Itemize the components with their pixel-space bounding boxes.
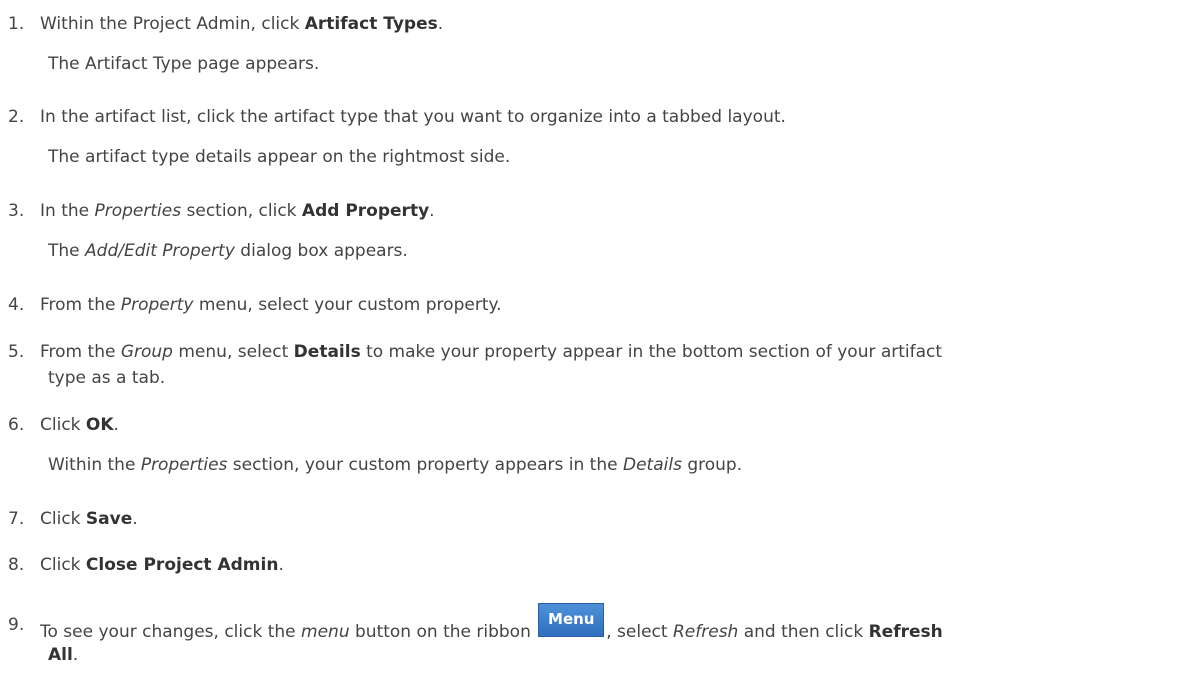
step-text: From the Group menu, select Details to m… bbox=[40, 342, 943, 362]
step-text: Click Save. bbox=[40, 509, 138, 529]
step-text-continued: All. bbox=[48, 645, 79, 665]
step-result: The Artifact Type page appears. bbox=[48, 54, 320, 74]
step-text: From the Property menu, select your cust… bbox=[40, 295, 502, 315]
step-text: To see your changes, click the menu butt… bbox=[40, 603, 943, 649]
step-text: In the Properties section, click Add Pro… bbox=[40, 201, 435, 221]
step-text: Click OK. bbox=[40, 415, 119, 435]
step-text: Within the Project Admin, click Artifact… bbox=[40, 14, 444, 34]
menu-button-image: Menu bbox=[538, 603, 605, 637]
step-number: 5. bbox=[8, 342, 25, 362]
document: 1. Within the Project Admin, click Artif… bbox=[0, 0, 1190, 685]
ui-label: Close Project Admin bbox=[85, 555, 279, 575]
step-result: Within the Properties section, your cust… bbox=[48, 455, 743, 475]
ui-label: Artifact Types bbox=[304, 14, 438, 34]
step-text: In the artifact list, click the artifact… bbox=[40, 107, 786, 127]
step-number: 1. bbox=[8, 14, 25, 34]
ui-label: Details bbox=[293, 342, 361, 362]
step-text-continued: type as a tab. bbox=[48, 368, 166, 388]
step-number: 9. bbox=[8, 615, 25, 635]
ui-label: Save bbox=[85, 509, 133, 529]
step-number: 8. bbox=[8, 555, 25, 575]
step-number: 3. bbox=[8, 201, 25, 221]
step-number: 2. bbox=[8, 107, 25, 127]
ui-label: All bbox=[48, 645, 73, 665]
ui-label: OK bbox=[85, 415, 114, 435]
step-number: 4. bbox=[8, 295, 25, 315]
ui-label: Refresh bbox=[868, 622, 943, 642]
step-result: The Add/Edit Property dialog box appears… bbox=[48, 241, 408, 261]
step-text: Click Close Project Admin. bbox=[40, 555, 284, 575]
step-result: The artifact type details appear on the … bbox=[48, 147, 511, 167]
step-number: 7. bbox=[8, 509, 25, 529]
step-number: 6. bbox=[8, 415, 25, 435]
ui-label: Add Property bbox=[301, 201, 430, 221]
